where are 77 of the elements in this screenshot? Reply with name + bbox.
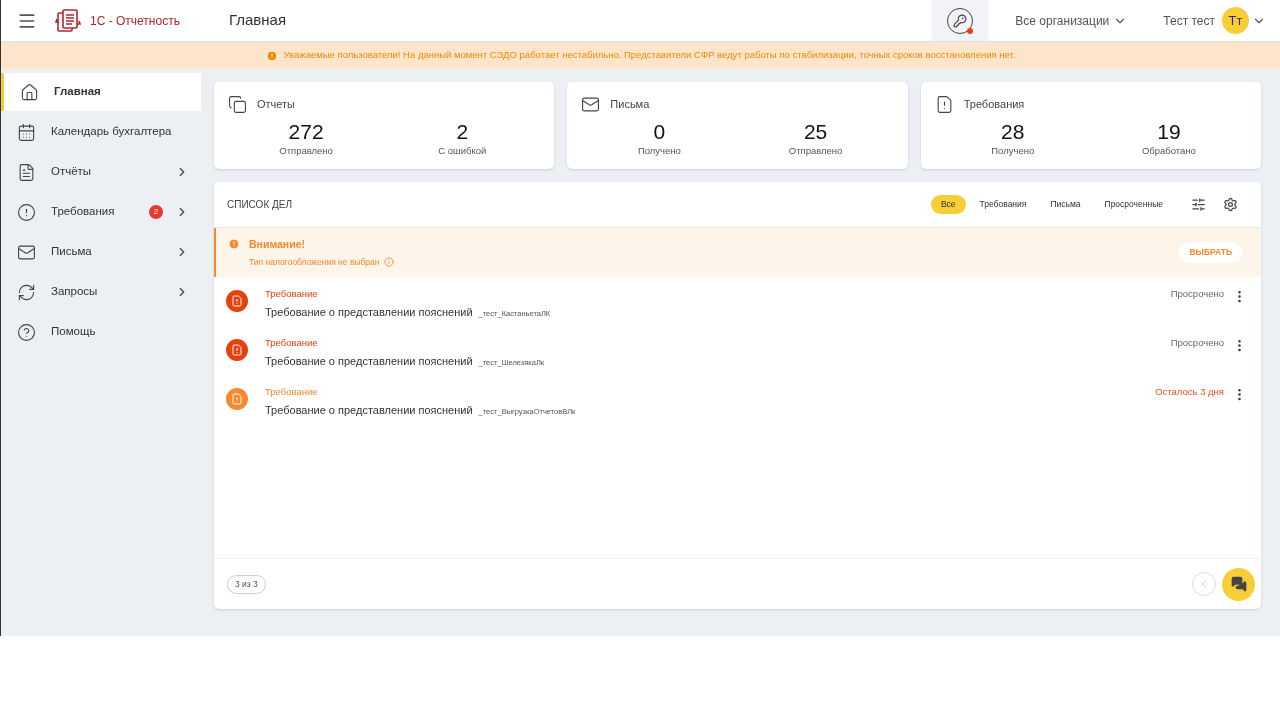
sidebar-label: Главная <box>54 84 102 100</box>
key-icon <box>953 13 968 28</box>
sidebar-label: Письма <box>51 244 93 260</box>
sidebar-item[interactable]: Календарь бухгалтера <box>1 113 201 151</box>
count-badge: 2 <box>149 205 163 219</box>
settings-button[interactable] <box>1223 197 1238 212</box>
sidebar-label: Помощь <box>51 324 97 340</box>
filter-tab[interactable]: Все <box>930 195 966 214</box>
stat-label: Отправлено <box>279 144 333 158</box>
sidebar-item[interactable]: Письма <box>1 233 201 271</box>
document-alert-glyph-icon <box>231 393 243 405</box>
stat-number: 28 <box>1001 120 1025 144</box>
documents-icon <box>17 162 36 182</box>
sidebar-item[interactable]: Требования 2 <box>1 193 201 231</box>
item-type: Требование <box>265 385 319 399</box>
filter-tab[interactable]: Письма <box>1040 195 1091 214</box>
chat-icon <box>1230 576 1247 592</box>
item-status: Осталось 3 дня <box>1155 385 1224 399</box>
document-alert-glyph-icon <box>231 295 243 307</box>
app-logo-icon <box>54 6 82 35</box>
calendar-icon <box>17 122 36 142</box>
warning-title: Внимание! <box>249 236 306 252</box>
stat-card[interactable]: Отчеты 272 Отправлено 2 С ошибкой <box>214 82 555 169</box>
item-title: Требование о представлении пояснений <box>265 305 473 321</box>
warning-icon <box>265 49 278 62</box>
stat-label: Обработано <box>1141 144 1196 158</box>
sidebar-item[interactable]: Запросы <box>1 273 201 311</box>
refresh-icon <box>17 282 36 302</box>
banner-text: Уважаемые пользователи! На данный момент СЭДО работает нестабильно. Представители СФР ведут работы по стабилизации, точных сроков восстановления нет. <box>283 48 1016 63</box>
user-avatar[interactable]: Тт <box>1222 7 1249 34</box>
sidebar-label: Запросы <box>51 284 99 300</box>
home-icon <box>20 82 39 102</box>
stat-label: Отправлено <box>788 144 843 158</box>
stat-label: Получено <box>637 144 681 158</box>
stat-number: 272 <box>288 120 324 144</box>
card-title: Требования <box>963 97 1025 113</box>
filter-settings-button[interactable] <box>1191 197 1206 212</box>
document-alert-glyph-icon <box>231 344 243 356</box>
stat-number: 2 <box>456 120 469 144</box>
item-status: Просрочено <box>1170 287 1224 301</box>
organization-dropdown[interactable]: Все организации <box>1015 11 1128 30</box>
key-button[interactable] <box>931 0 990 41</box>
alert-icon <box>17 202 36 222</box>
page-title: Главная <box>228 10 286 31</box>
help-icon <box>17 322 36 342</box>
card-title: Отчеты <box>257 97 296 113</box>
stat-number: 0 <box>653 120 666 144</box>
filter-tab[interactable]: Требования <box>969 195 1037 214</box>
warning-icon <box>228 238 240 250</box>
sidebar-label: Отчёты <box>51 164 93 180</box>
item-title: Требование о представлении пояснений <box>265 403 473 419</box>
warning-text: Тип налогообложения не выбран <box>249 255 380 269</box>
stat-label: С ошибкой <box>438 144 487 158</box>
card-title: Письма <box>610 97 650 113</box>
stat-card[interactable]: Письма 0 Получено 25 Отправлено <box>567 82 908 169</box>
sidebar-item[interactable]: Помощь <box>1 313 201 351</box>
sidebar-label: Календарь бухгалтера <box>51 124 173 140</box>
sidebar-item[interactable]: Главная <box>1 73 201 111</box>
filter-tab[interactable]: Просроченные <box>1094 195 1173 214</box>
settings-icon <box>1223 197 1238 212</box>
item-type: Требование <box>265 287 319 301</box>
stat-number: 19 <box>1157 120 1181 144</box>
item-status: Просрочено <box>1170 336 1224 350</box>
user-name: Тест тест <box>1163 12 1215 30</box>
item-type: Требование <box>265 336 319 350</box>
panel-title: СПИСОК ДЕЛ <box>227 198 293 212</box>
documents-icon <box>228 95 247 114</box>
chat-button[interactable] <box>1222 567 1255 601</box>
sidebar-label: Требования <box>51 204 116 220</box>
item-title: Требование о представлении пояснений <box>265 354 473 370</box>
sliders-icon <box>1191 197 1206 212</box>
sidebar-item[interactable]: Отчёты <box>1 153 201 191</box>
app-name[interactable]: 1С - Отчетность <box>90 11 180 30</box>
stat-label: Получено <box>991 144 1035 158</box>
envelope-icon <box>581 95 601 114</box>
stat-card[interactable]: Требования 28 Получено 19 Обработано <box>920 82 1261 169</box>
stat-number: 25 <box>803 120 828 144</box>
